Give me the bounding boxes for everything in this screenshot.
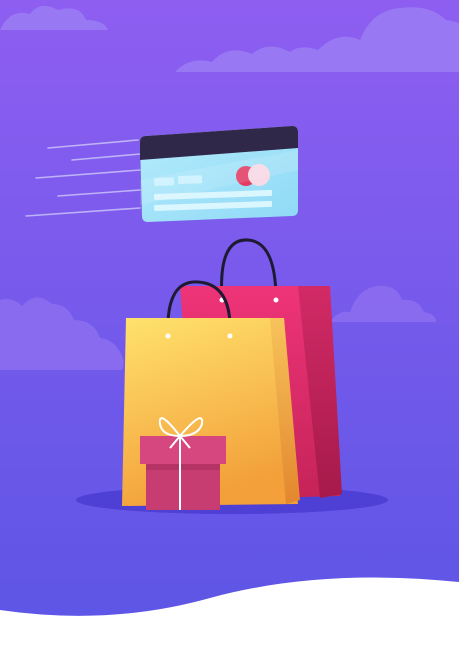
illustration-canvas	[0, 0, 459, 666]
credit-card-icon	[140, 126, 298, 222]
shopping-illustration	[0, 0, 459, 666]
